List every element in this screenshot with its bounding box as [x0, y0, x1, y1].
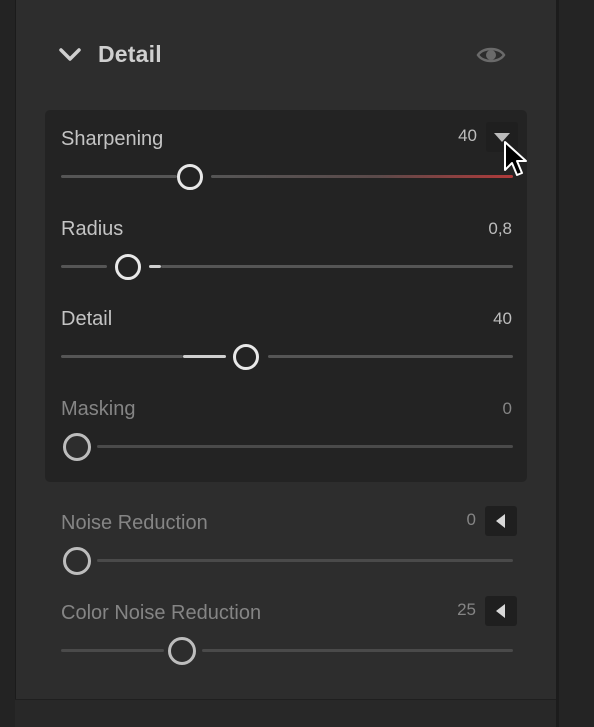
- color-noise-reduction-expand-button[interactable]: [485, 596, 517, 626]
- masking-label: Masking: [61, 398, 136, 420]
- sharpening-track-left[interactable]: [61, 175, 177, 178]
- sharpening-label: Sharpening: [61, 128, 164, 150]
- left-panel-edge: [0, 0, 16, 727]
- sharpening-slider-knob[interactable]: [177, 164, 203, 190]
- radius-track-left[interactable]: [61, 265, 107, 268]
- color-noise-track-left[interactable]: [61, 649, 164, 652]
- noise-reduction-track[interactable]: [97, 559, 513, 562]
- radius-default-marker: [149, 265, 161, 268]
- detail-value[interactable]: 40: [452, 309, 512, 329]
- radius-track-right[interactable]: [161, 265, 513, 268]
- panel-title: Detail: [98, 41, 162, 67]
- scroll-divider: [557, 0, 559, 727]
- radius-value[interactable]: 0,8: [452, 219, 512, 239]
- detail-label: Detail: [61, 308, 113, 330]
- detail-panel-header[interactable]: Detail: [58, 38, 518, 72]
- masking-track[interactable]: [97, 445, 513, 448]
- triangle-left-icon: [496, 514, 505, 528]
- eye-icon[interactable]: [476, 44, 506, 66]
- chevron-down-icon[interactable]: [58, 45, 82, 65]
- detail-fill: [183, 355, 226, 358]
- radius-slider-knob[interactable]: [115, 254, 141, 280]
- right-scroll-area[interactable]: [556, 0, 594, 727]
- detail-track-left[interactable]: [61, 355, 183, 358]
- color-noise-reduction-value[interactable]: 25: [416, 600, 476, 620]
- radius-label: Radius: [61, 218, 124, 240]
- sharpening-group: [45, 110, 527, 482]
- detail-track-right[interactable]: [268, 355, 513, 358]
- triangle-left-icon: [496, 604, 505, 618]
- masking-slider-knob[interactable]: [63, 433, 91, 461]
- noise-reduction-slider-knob[interactable]: [63, 547, 91, 575]
- color-noise-reduction-label: Color Noise Reduction: [61, 602, 262, 624]
- next-section-header[interactable]: [15, 700, 556, 727]
- color-noise-track-right[interactable]: [202, 649, 513, 652]
- noise-reduction-expand-button[interactable]: [485, 506, 517, 536]
- mouse-cursor-icon: [504, 141, 527, 176]
- noise-reduction-label: Noise Reduction: [61, 512, 208, 534]
- color-noise-slider-knob[interactable]: [168, 637, 196, 665]
- sharpening-value[interactable]: 40: [417, 126, 477, 146]
- noise-reduction-value[interactable]: 0: [416, 510, 476, 530]
- masking-value[interactable]: 0: [452, 399, 512, 419]
- sharpening-track-right[interactable]: [211, 175, 513, 178]
- detail-slider-knob[interactable]: [233, 344, 259, 370]
